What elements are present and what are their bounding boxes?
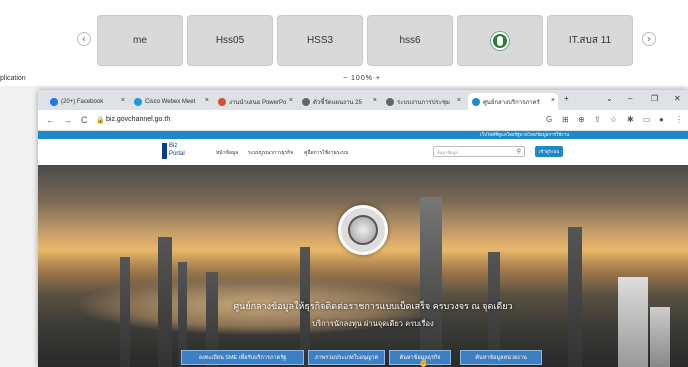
close-tab-icon[interactable]: × [551, 97, 555, 104]
share-icon[interactable]: ⇪ [594, 115, 601, 124]
sidebar-icon[interactable]: ▭ [643, 115, 651, 124]
back-arrow-icon[interactable]: ← [46, 115, 55, 125]
participant-name: IT.สบส 11 [568, 35, 612, 46]
search-agency-button[interactable]: ค้นหาข้อมูลหน่วยงาน [460, 350, 542, 365]
participant-tile[interactable]: IT.สบส 11 [547, 15, 633, 66]
search-icon[interactable]: ⚲ [517, 148, 521, 155]
menu-item[interactable]: หน้าข้อมูล [216, 149, 238, 157]
participant-strip: ‹ me Hss05 HSS3 hss6 IT.สบส 11 › [0, 0, 688, 72]
browser-tab[interactable]: (20+) Facebook × [46, 93, 128, 110]
close-tab-icon[interactable]: × [373, 97, 377, 104]
logo-text-top: Biz [169, 143, 178, 149]
site-favicon-icon [472, 97, 480, 106]
logo-text-bottom: Portal [169, 151, 185, 157]
globe-icon [302, 97, 310, 106]
webex-icon [134, 97, 142, 106]
building-image [420, 197, 442, 367]
site-header: Biz Portal หน้าข้อมูล ระบบบูรณาการธุรกิจ… [38, 139, 688, 165]
tab-label: ระบบงานการประชุม [397, 99, 450, 106]
close-tab-icon[interactable]: × [205, 97, 209, 104]
participant-tile[interactable]: hss6 [367, 15, 453, 66]
participant-name: hss6 [399, 35, 421, 46]
browser-tab-active[interactable]: ศูนย์กลางบริการภาครั × [468, 93, 558, 110]
next-participants-button[interactable]: › [642, 32, 656, 46]
forward-arrow-icon[interactable]: → [63, 115, 72, 125]
building-image [120, 257, 130, 367]
bookmark-star-icon[interactable]: ☆ [610, 115, 617, 124]
browser-tab[interactable]: ตัวชี้วัดแผนงาน 25 × [298, 93, 380, 110]
tab-bar: (20+) Facebook × Cisco Webex Meet × งานนำเ… [38, 90, 688, 110]
participant-name: HSS3 [306, 35, 334, 46]
participant-name: Hss05 [215, 35, 245, 46]
chevron-left-icon: ‹ [82, 33, 86, 45]
minimize-icon[interactable]: – [628, 94, 632, 103]
biz-portal-logo[interactable]: Biz Portal [162, 143, 192, 161]
tab-label: ตัวชี้วัดแผนงาน 25 [313, 99, 362, 106]
close-tab-icon[interactable]: × [457, 97, 461, 104]
building-image [618, 277, 648, 367]
hero-subline: บริการนักลงทุน ผ่านจุดเดียว ครบเรื่อง [312, 319, 434, 328]
hero-banner: ศูนย์กลางข้อมูลให้ธุรกิจติดต่อราชการแบบเ… [38, 165, 688, 367]
participant-name: me [133, 35, 147, 46]
tab-label: งานนำเสนอ PowerPo [229, 99, 287, 106]
building-image [650, 307, 670, 367]
extensions-icon[interactable]: ✱ [627, 115, 634, 124]
hero-headline: ศูนย์กลางข้อมูลให้ธุรกิจติดต่อราชการแบบเ… [233, 301, 513, 311]
app-label: plication [0, 75, 26, 82]
globe-icon [218, 97, 226, 106]
profile-icon[interactable]: ● [659, 115, 664, 124]
logo-bar-icon [162, 143, 167, 159]
close-window-icon[interactable]: ✕ [674, 94, 681, 103]
participant-tile[interactable]: me [97, 15, 183, 66]
share-toolbar: plication − 100% + [0, 72, 688, 86]
google-icon[interactable]: G [546, 115, 552, 124]
zoom-icon[interactable]: ⊕ [578, 115, 585, 124]
tab-label: (20+) Facebook [61, 98, 104, 105]
building-image [568, 227, 582, 367]
menu-item[interactable]: คู่มือการใช้งานระบบ [304, 149, 348, 157]
building-image [158, 237, 172, 367]
close-tab-icon[interactable]: × [289, 97, 293, 104]
globe-icon [386, 97, 394, 106]
participant-tile[interactable] [457, 15, 543, 66]
participant-tile[interactable]: HSS3 [277, 15, 363, 66]
menu-item[interactable]: ระบบบูรณาการธุรกิจ [248, 149, 293, 157]
search-placeholder: ค้นหาข้อมูล [437, 150, 458, 155]
browser-tab[interactable]: Cisco Webex Meet × [130, 93, 212, 110]
menu-kebab-icon[interactable]: ⋮ [675, 115, 683, 124]
facebook-icon [50, 97, 58, 106]
new-tab-button[interactable]: + [564, 94, 569, 103]
url-field[interactable]: biz.govchannel.go.th [106, 116, 170, 123]
chevron-right-icon: › [647, 33, 651, 45]
lock-icon[interactable]: 🔒 [96, 116, 105, 124]
top-notice[interactable]: เว็บไซต์ที่ดูแลโดยรัฐบาลไทย/ข้อมูลการใช้… [480, 131, 569, 139]
close-tab-icon[interactable]: × [121, 97, 125, 104]
screen: ‹ me Hss05 HSS3 hss6 IT.สบส 11 › plicati… [0, 0, 688, 367]
zoom-control[interactable]: − 100% + [343, 75, 381, 82]
participant-tile[interactable]: Hss05 [187, 15, 273, 66]
login-button[interactable]: เข้าสู่ระบบ [535, 146, 563, 157]
sme-register-button[interactable]: ลงทะเบียน SME เพื่อรับบริการภาครัฐ [181, 350, 304, 365]
translate-icon[interactable]: ⊞ [562, 115, 569, 124]
web-page: เว็บไซต์ที่ดูแลโดยรัฐบาลไทย/ข้อมูลการใช้… [38, 131, 688, 367]
tab-search-icon[interactable]: ⌄ [606, 94, 613, 103]
browser-tab[interactable]: ระบบงานการประชุม × [382, 93, 464, 110]
government-emblem-icon [338, 205, 388, 255]
address-bar: ← → C 🔒 biz.govchannel.go.th G ⊞ ⊕ ⇪ ☆ ✱… [38, 110, 688, 131]
prev-participants-button[interactable]: ‹ [77, 32, 91, 46]
browser-tab[interactable]: งานนำเสนอ PowerPo × [214, 93, 296, 110]
reload-icon[interactable]: C [81, 115, 88, 125]
shared-browser-window: (20+) Facebook × Cisco Webex Meet × งานนำเ… [38, 90, 688, 367]
tab-label: ศูนย์กลางบริการภาครั [483, 99, 540, 106]
health-ministry-logo-icon [491, 31, 509, 50]
top-notice-bar: เว็บไซต์ที่ดูแลโดยรัฐบาลไทย/ข้อมูลการใช้… [38, 131, 688, 139]
license-overview-button[interactable]: ภาพรวมประเภทใบอนุญาต [308, 350, 385, 365]
tab-label: Cisco Webex Meet [145, 98, 196, 105]
restore-icon[interactable]: ❐ [651, 94, 658, 103]
search-input[interactable]: ค้นหาข้อมูล ⚲ [433, 146, 525, 157]
hand-cursor-icon: ☝ [418, 357, 430, 367]
